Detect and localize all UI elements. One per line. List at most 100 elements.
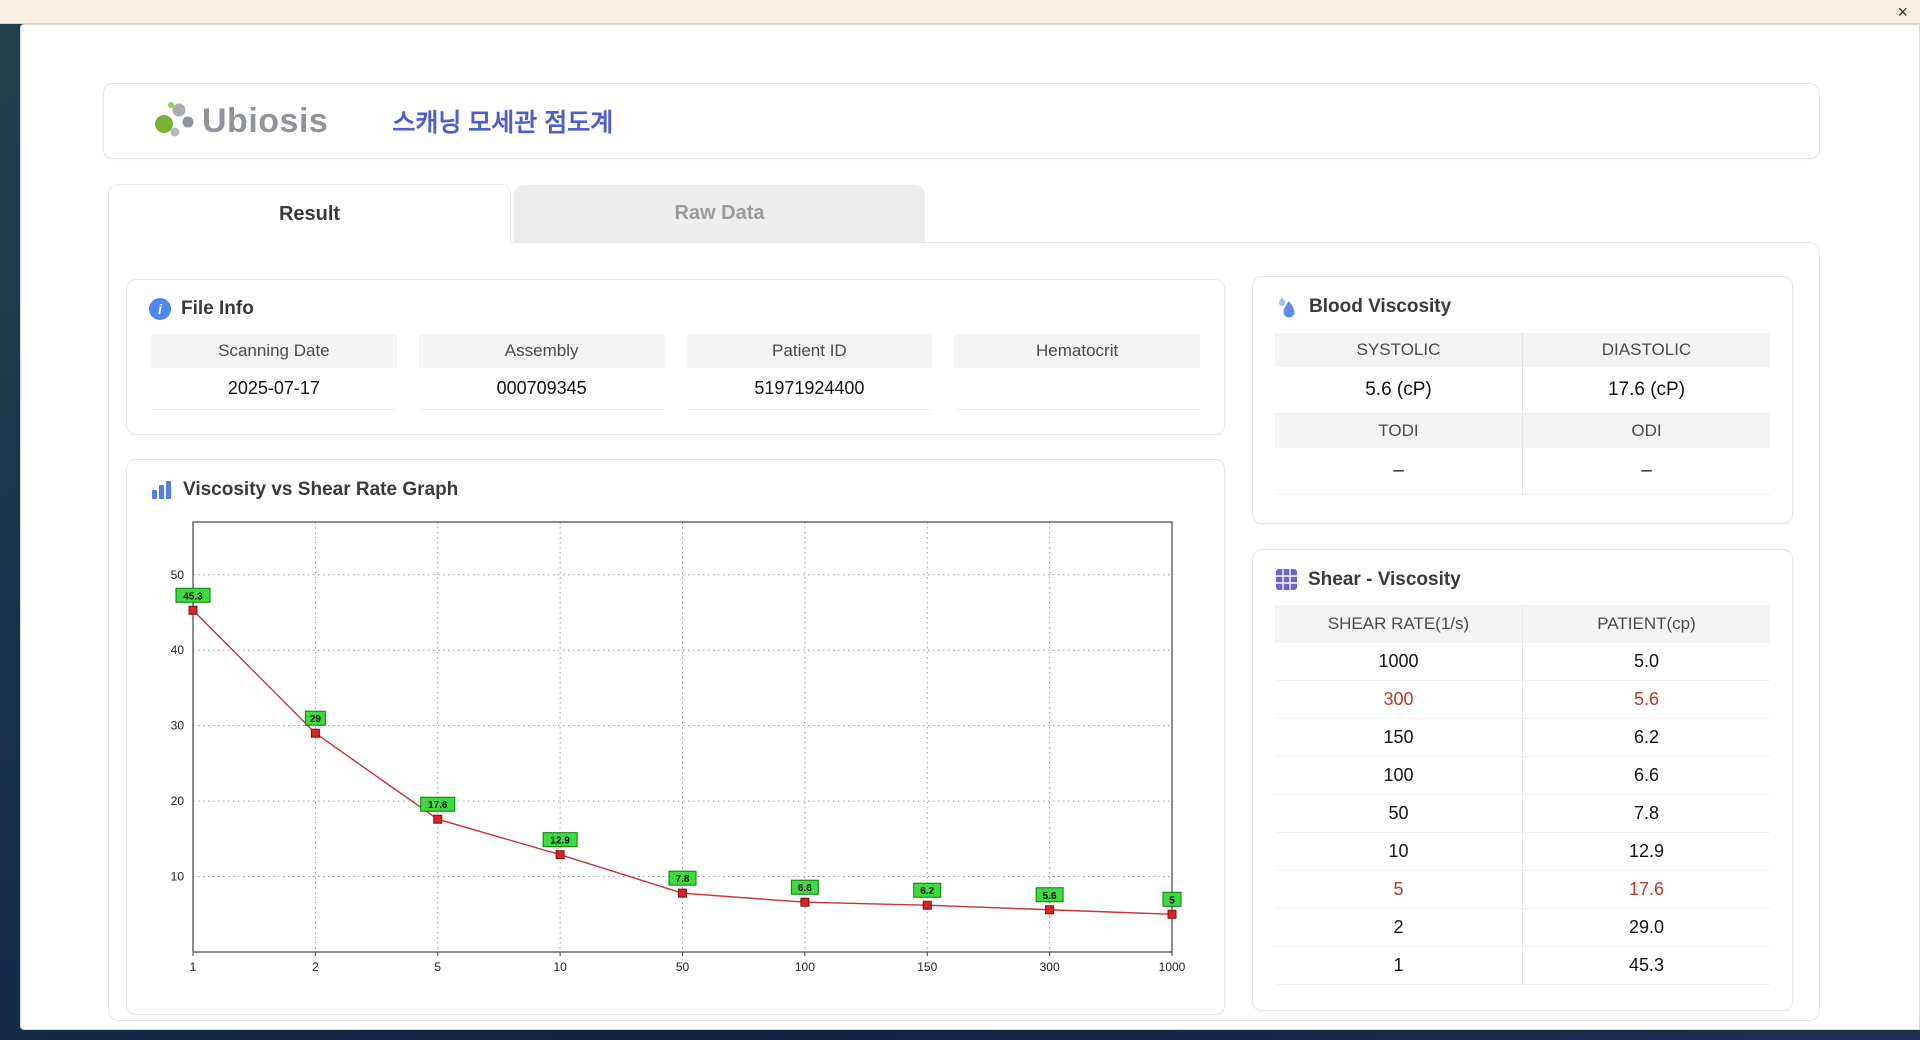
- sv-cell-shear: 50: [1388, 803, 1409, 823]
- sv-cell-shear: 5: [1393, 879, 1404, 899]
- tab-result[interactable]: Result: [108, 184, 511, 243]
- sv-col-shear-rate: SHEAR RATE(1/s): [1327, 614, 1470, 633]
- table-grid-icon: [1276, 569, 1297, 590]
- field-label: Assembly: [418, 334, 665, 368]
- file-info-title: File Info: [181, 298, 254, 319]
- os-titlebar: ×: [0, 0, 1920, 24]
- chart-area: 10 20 30 40 50 1 2 5 10 50 100 150 300 1000 45.3 29 17.6…: [145, 508, 1212, 987]
- field-label: Patient ID: [686, 334, 933, 368]
- svg-text:17.6: 17.6: [428, 800, 448, 811]
- sv-col-patient: PATIENT(cp): [1522, 605, 1770, 643]
- field-value: 2025-07-17: [151, 368, 397, 410]
- sv-cell-shear: 1000: [1378, 651, 1419, 671]
- sv-cell-patient: 45.3: [1522, 947, 1770, 984]
- table-row: 1 45.3: [1275, 947, 1770, 985]
- table-row: 100 6.6: [1275, 757, 1770, 795]
- bv-header-row: SYSTOLIC DIASTOLIC: [1275, 333, 1770, 367]
- sv-cell-patient: 17.6: [1522, 871, 1770, 908]
- field-label: Scanning Date: [151, 334, 397, 368]
- bv-header-systolic: SYSTOLIC: [1356, 340, 1441, 359]
- svg-text:5: 5: [434, 960, 441, 974]
- field-value: [954, 368, 1200, 410]
- svg-text:30: 30: [171, 719, 185, 733]
- bar-chart-icon: [152, 481, 171, 499]
- bv-value-row: 5.6 (cP) 17.6 (cP): [1275, 367, 1770, 414]
- page-title: 스캐닝 모세관 점도계: [392, 109, 614, 137]
- bv-value-todi: –: [1393, 460, 1404, 481]
- sv-cell-shear: 2: [1393, 917, 1404, 937]
- table-row: 2 29.0: [1275, 909, 1770, 947]
- blood-viscosity-card: Blood Viscosity SYSTOLIC DIASTOLIC 5.6 (…: [1252, 276, 1793, 524]
- table-row: 300 5.6: [1275, 681, 1770, 719]
- sv-header-row: SHEAR RATE(1/s) PATIENT(cp): [1275, 605, 1770, 643]
- close-button[interactable]: ×: [1897, 3, 1908, 21]
- bv-header-todi: TODI: [1378, 421, 1419, 440]
- shear-viscosity-card: Shear - Viscosity SHEAR RATE(1/s) PATIEN…: [1252, 549, 1793, 1011]
- viscosity-shear-chart: 10 20 30 40 50 1 2 5 10 50 100 150 300 1000 45.3 29 17.6…: [171, 521, 1186, 974]
- svg-text:1000: 1000: [1159, 960, 1186, 974]
- svg-text:50: 50: [676, 960, 690, 974]
- viscosity-graph-card: Viscosity vs Shear Rate Graph 10 20 30 40 50…: [126, 459, 1225, 1015]
- droplet-icon: [1279, 297, 1295, 318]
- blood-viscosity-title: Blood Viscosity: [1309, 296, 1452, 317]
- bv-value-systolic: 5.6 (cP): [1365, 379, 1432, 400]
- sv-cell-shear: 100: [1383, 765, 1414, 785]
- field-scanning-date: Scanning Date 2025-07-17: [151, 334, 397, 410]
- sv-cell-patient: 5.6: [1522, 681, 1770, 718]
- table-row: 150 6.2: [1275, 719, 1770, 757]
- sv-cell-shear: 150: [1383, 727, 1414, 747]
- file-info-grid: Scanning Date 2025-07-17 Assembly 000709…: [151, 334, 1200, 410]
- svg-text:300: 300: [1040, 960, 1060, 974]
- svg-text:100: 100: [795, 960, 815, 974]
- bv-header-row: TODI ODI: [1275, 414, 1770, 448]
- bv-header-odi: ODI: [1522, 414, 1770, 448]
- sv-cell-patient: 6.2: [1522, 719, 1770, 756]
- sv-cell-patient: 7.8: [1522, 795, 1770, 832]
- bv-value-odi: –: [1522, 448, 1770, 494]
- field-assembly: Assembly 000709345: [418, 334, 665, 410]
- table-row: 50 7.8: [1275, 795, 1770, 833]
- svg-text:5.6: 5.6: [1043, 891, 1057, 902]
- sv-cell-shear: 1: [1393, 955, 1404, 975]
- shear-viscosity-table: SHEAR RATE(1/s) PATIENT(cp) 1000 5.0 300…: [1275, 605, 1770, 985]
- table-row: 1000 5.0: [1275, 643, 1770, 681]
- graph-title: Viscosity vs Shear Rate Graph: [183, 479, 459, 500]
- svg-text:40: 40: [171, 643, 185, 657]
- file-info-card: i File Info Scanning Date 2025-07-17 Ass…: [126, 279, 1225, 435]
- field-label: Hematocrit: [954, 334, 1200, 368]
- svg-text:10: 10: [553, 960, 567, 974]
- field-value: 000709345: [418, 368, 665, 410]
- table-row: 10 12.9: [1275, 833, 1770, 871]
- svg-text:12.9: 12.9: [550, 836, 570, 847]
- sv-cell-patient: 29.0: [1522, 909, 1770, 946]
- svg-text:29: 29: [310, 714, 322, 725]
- field-value: 51971924400: [686, 368, 933, 410]
- svg-text:2: 2: [312, 960, 319, 974]
- tab-raw-data[interactable]: Raw Data: [514, 185, 925, 242]
- sv-cell-patient: 12.9: [1522, 833, 1770, 870]
- field-hematocrit: Hematocrit: [954, 334, 1200, 410]
- sv-cell-patient: 5.0: [1522, 643, 1770, 680]
- shear-viscosity-title: Shear - Viscosity: [1308, 568, 1461, 590]
- svg-text:45.3: 45.3: [183, 591, 203, 602]
- svg-text:50: 50: [171, 568, 185, 582]
- bv-value-diastolic: 17.6 (cP): [1522, 367, 1770, 413]
- svg-text:1: 1: [190, 960, 197, 974]
- ubiosis-logo: Ubiosis: [152, 100, 328, 142]
- svg-text:5: 5: [1169, 895, 1175, 906]
- app-header: Ubiosis 스캐닝 모세관 점도계: [103, 83, 1820, 159]
- bv-value-row: – –: [1275, 448, 1770, 495]
- svg-text:20: 20: [171, 794, 185, 808]
- svg-text:6.2: 6.2: [920, 886, 934, 897]
- logo-text: Ubiosis: [202, 101, 329, 140]
- svg-text:7.8: 7.8: [676, 874, 690, 885]
- sv-cell-shear: 10: [1388, 841, 1409, 861]
- svg-text:150: 150: [917, 960, 937, 974]
- blood-viscosity-table: SYSTOLIC DIASTOLIC 5.6 (cP) 17.6 (cP) TO…: [1275, 333, 1770, 495]
- info-icon: i: [149, 298, 171, 320]
- svg-text:10: 10: [171, 870, 185, 884]
- field-patient-id: Patient ID 51971924400: [686, 334, 933, 410]
- logo-berries-icon: [155, 102, 194, 137]
- table-row: 5 17.6: [1275, 871, 1770, 909]
- svg-text:6.6: 6.6: [798, 883, 812, 894]
